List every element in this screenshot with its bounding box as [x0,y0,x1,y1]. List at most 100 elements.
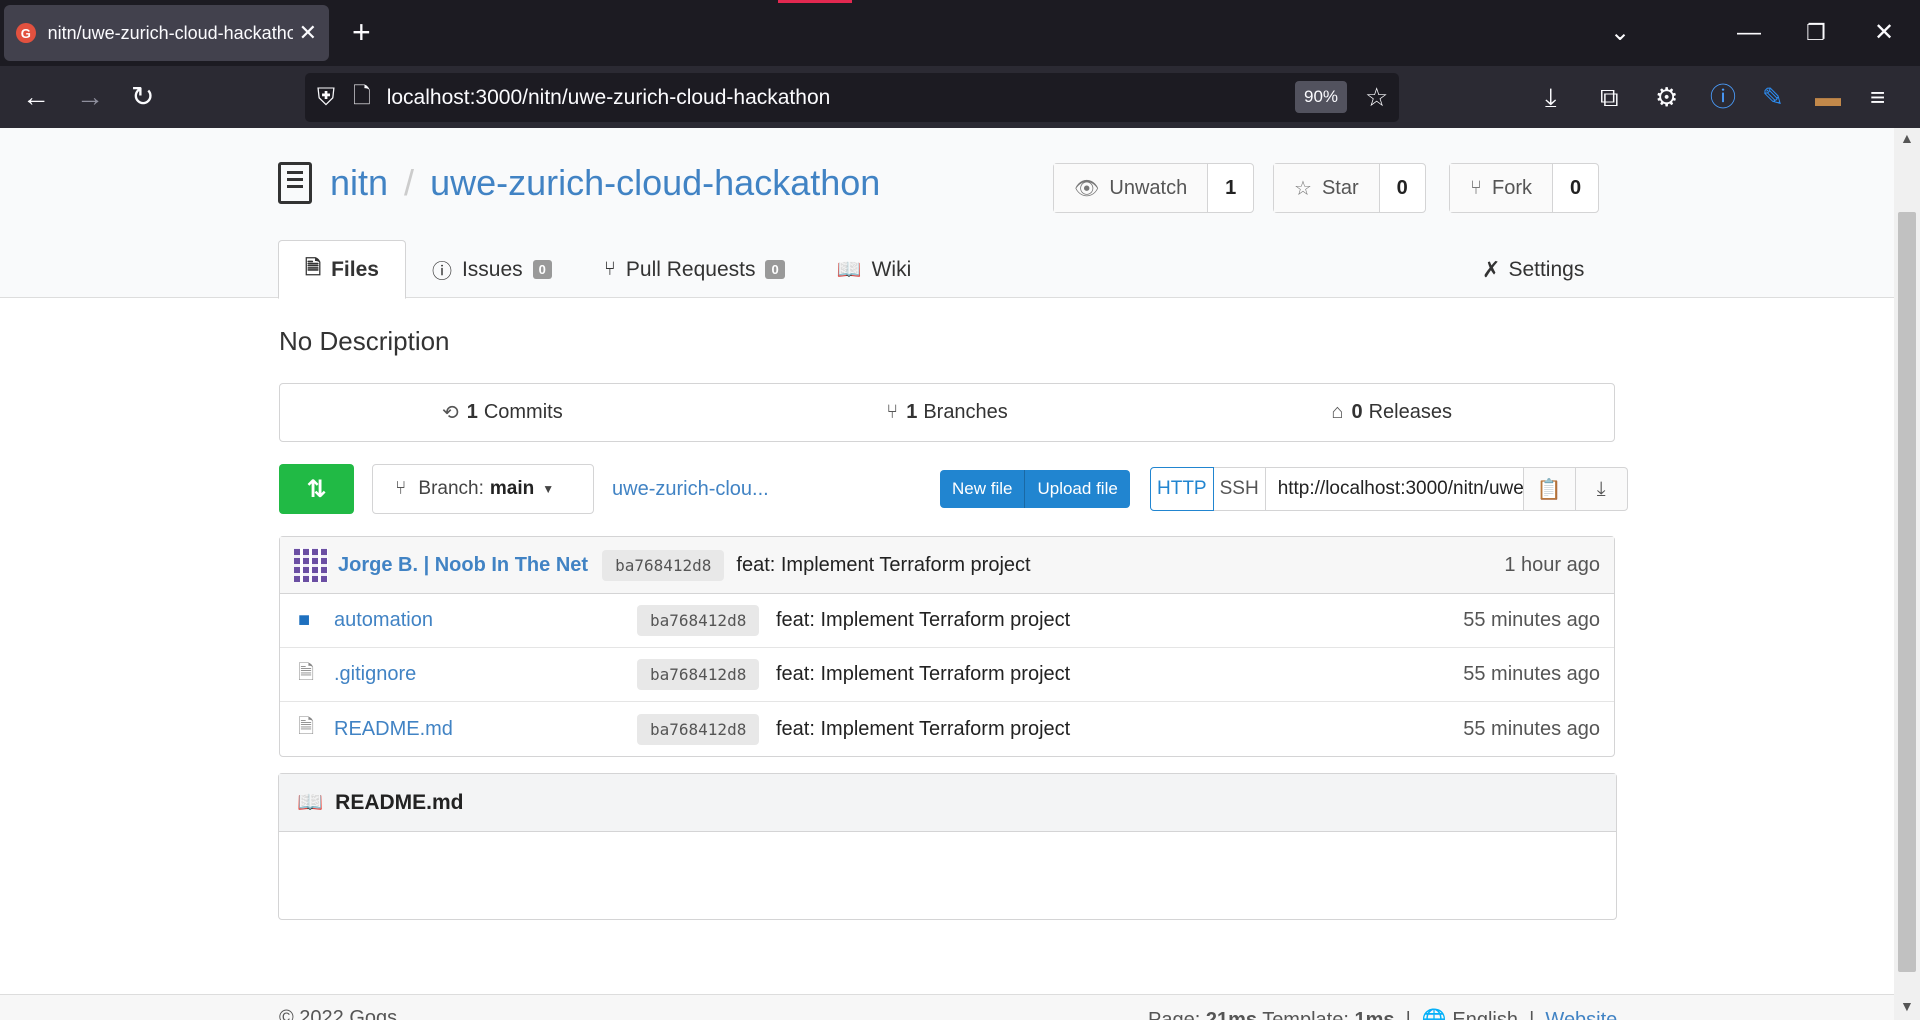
browser-tab[interactable]: G nitn/uwe-zurich-cloud-hackathon ✕ [4,5,329,61]
password-manager-icon[interactable]: ⓘ [1710,81,1736,113]
scrollbar-thumb[interactable] [1898,212,1916,972]
fork-icon: ⑂ [1470,176,1482,199]
breadcrumb[interactable]: uwe-zurich-clou... [612,478,769,501]
issue-icon: ⓘ [431,261,452,283]
zoom-indicator[interactable]: 90% [1295,81,1348,113]
branch-selector[interactable]: ⑂ Branch: main ▼ [372,464,594,514]
clone-url-input[interactable]: http://localhost:3000/nitn/uwe-zurich-cl… [1265,467,1524,511]
dev-tool-extension-icon[interactable]: ✎ [1762,81,1784,113]
branch-name: main [489,478,535,499]
file-name-link[interactable]: automation [334,609,433,632]
new-tab-button[interactable]: + [352,16,371,48]
tools-icon: ✗ [1482,256,1501,282]
tab-wiki[interactable]: 📖 Wiki [811,240,938,299]
color-extension-icon[interactable]: ▬ [1815,81,1841,113]
file-actions: New file Upload file [940,470,1130,508]
commit-sha-link[interactable]: ba768412d8 [637,659,760,690]
commit-message[interactable]: feat: Implement Terraform project [776,609,1070,632]
tab-files-label: Files [331,257,379,281]
compare-arrows-icon: ⇅ [306,475,327,503]
caret-down-icon: ▼ [542,482,555,496]
repo-name-link[interactable]: uwe-zurich-cloud-hackathon [430,162,880,204]
globe-icon: 🌐 [1421,1009,1447,1020]
folder-icon: ■ [298,609,311,631]
ssh-clone-button[interactable]: SSH [1213,467,1266,511]
scroll-down-icon[interactable]: ▼ [1900,998,1914,1014]
upload-file-button[interactable]: Upload file [1025,470,1130,508]
file-name-link[interactable]: .gitignore [334,663,416,686]
watch-count[interactable]: 1 [1208,164,1253,212]
restore-icon[interactable]: ❐ [1806,18,1826,48]
table-row: 🗎 .gitignore ba768412d8 feat: Implement … [280,648,1614,702]
window-close-icon[interactable]: ✕ [1874,18,1894,48]
commit-sha-link[interactable]: ba768412d8 [602,549,725,581]
branches-stat[interactable]: ⑂ 1 Branches [725,401,1170,424]
tab-pull-requests[interactable]: ⑂ Pull Requests 0 [578,240,811,299]
tab-files[interactable]: 🗎 Files [278,240,406,299]
downloads-icon[interactable]: ⤓ [1545,81,1557,113]
scroll-up-icon[interactable]: ▲ [1900,130,1914,146]
commits-stat[interactable]: ⟲ 1 Commits [280,400,725,425]
file-name-link[interactable]: README.md [334,718,453,741]
download-archive-button[interactable]: ⤓ [1575,467,1628,511]
star-button-group: ☆ Star 0 [1273,163,1426,213]
unwatch-button[interactable]: 👁 Unwatch [1054,164,1209,212]
tab-pulls-label: Pull Requests [625,257,756,281]
book-open-icon: 📖 [297,790,324,814]
fork-count[interactable]: 0 [1553,164,1598,212]
language-selector[interactable]: English [1452,1009,1518,1020]
pulls-count-badge: 0 [765,260,785,279]
commit-message[interactable]: feat: Implement Terraform project [776,718,1070,741]
page-content: nitn / uwe-zurich-cloud-hackathon 👁 Unwat… [0,128,1894,1020]
branch-icon: ⑂ [395,478,407,499]
footer-copyright: © 2022 Gogs [279,1007,398,1020]
url-text[interactable]: localhost:3000/nitn/uwe-zurich-cloud-hac… [387,86,831,110]
issues-count-badge: 0 [532,260,552,279]
repo-stats-bar: ⟲ 1 Commits ⑂ 1 Branches ⌂ 0 Releases [279,383,1615,442]
address-bar[interactable]: ⛨ 🗋 localhost:3000/nitn/uwe-zurich-cloud… [305,73,1399,122]
avatar[interactable] [294,548,328,582]
copy-clipboard-button[interactable]: 📋 [1523,467,1576,511]
forward-arrow-icon[interactable]: → [76,79,104,115]
star-button[interactable]: ☆ Star [1274,164,1380,212]
reload-icon[interactable]: ↻ [131,79,154,115]
compare-button[interactable]: ⇅ [279,464,354,514]
commit-author-link[interactable]: Jorge B. | Noob In The Net [338,554,588,577]
commit-time: 55 minutes ago [1463,717,1600,740]
page-scrollbar[interactable]: ▲ ▼ [1894,128,1920,1020]
repo-owner-link[interactable]: nitn [330,162,388,204]
file-text-icon: 🗎 [305,256,322,279]
releases-count: 0 [1351,401,1363,423]
commit-message[interactable]: feat: Implement Terraform project [776,663,1070,686]
commits-count: 1 [466,401,478,423]
unwatch-label: Unwatch [1109,176,1188,199]
repo-title: nitn / uwe-zurich-cloud-hackathon [278,162,880,204]
star-icon: ☆ [1294,177,1312,200]
menu-hamburger-icon[interactable]: ≡ [1870,81,1885,113]
http-clone-button[interactable]: HTTP [1150,467,1214,511]
list-all-tabs-chevron-icon[interactable]: ⌄ [1610,18,1630,48]
gogs-favicon-icon: G [16,23,36,43]
star-count[interactable]: 0 [1380,164,1425,212]
new-file-button[interactable]: New file [940,470,1026,508]
fork-button[interactable]: ⑂ Fork [1450,164,1553,212]
tab-settings[interactable]: ✗ Settings [1482,240,1584,299]
commit-sha-link[interactable]: ba768412d8 [637,713,760,745]
commit-sha-link[interactable]: ba768412d8 [637,605,760,636]
releases-stat[interactable]: ⌂ 0 Releases [1169,401,1614,424]
gear-extension-icon[interactable]: ⚙ [1655,81,1678,113]
back-arrow-icon[interactable]: ← [22,79,50,115]
extensions-icon[interactable]: ⧉ [1600,81,1619,113]
repo-description: No Description [279,326,450,356]
page-info-icon[interactable]: 🗋 [353,79,371,117]
website-link[interactable]: Website [1545,1009,1617,1020]
minimize-icon[interactable]: — [1737,18,1761,48]
bookmark-star-icon[interactable]: ☆ [1365,82,1388,113]
close-tab-icon[interactable]: ✕ [299,20,317,46]
shield-icon[interactable]: ⛨ [317,84,335,112]
repo-book-icon [278,162,312,204]
pull-request-icon: ⑂ [603,258,616,280]
tab-issues[interactable]: ⓘ Issues 0 [406,240,578,299]
commits-label: Commits [483,401,563,423]
releases-label: Releases [1368,401,1452,423]
